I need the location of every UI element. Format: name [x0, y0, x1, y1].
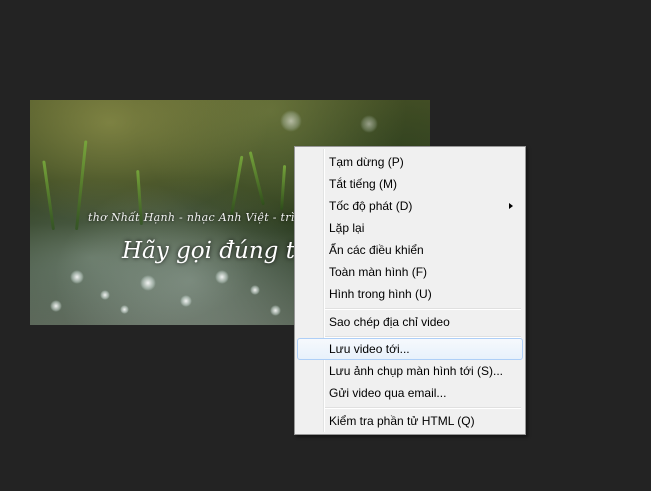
dew-decoration — [70, 270, 84, 284]
menu-item-label: Tốc độ phát (D) — [329, 199, 413, 213]
menu-item-copy-video-address[interactable]: Sao chép địa chỉ video — [297, 311, 523, 333]
dew-decoration — [100, 290, 110, 300]
menu-item-label: Gửi video qua email... — [329, 386, 447, 400]
menu-item-playback-speed[interactable]: Tốc độ phát (D) — [297, 195, 523, 217]
menu-item-label: Toàn màn hình (F) — [329, 265, 428, 279]
page-background: thơ Nhất Hạnh - nhạc Anh Việt - trìn Hãy… — [0, 0, 651, 491]
menu-item-label: Tắt tiếng (M) — [329, 177, 398, 191]
menu-item-fullscreen[interactable]: Toàn màn hình (F) — [297, 261, 523, 283]
dew-decoration — [270, 305, 281, 316]
context-menu: Tạm dừng (P) Tắt tiếng (M) Tốc độ phát (… — [294, 146, 526, 435]
menu-separator — [325, 407, 521, 409]
menu-item-email-video[interactable]: Gửi video qua email... — [297, 382, 523, 404]
submenu-arrow-icon — [509, 203, 513, 209]
menu-item-picture-in-picture[interactable]: Hình trong hình (U) — [297, 283, 523, 305]
grass-decoration — [248, 151, 265, 206]
dew-decoration — [140, 275, 156, 291]
menu-item-label: Hình trong hình (U) — [329, 287, 432, 301]
menu-item-save-video-as[interactable]: Lưu video tới... — [297, 338, 523, 360]
menu-item-label: Sao chép địa chỉ video — [329, 315, 450, 329]
grass-decoration — [280, 165, 287, 211]
menu-item-pause[interactable]: Tạm dừng (P) — [297, 151, 523, 173]
menu-item-mute[interactable]: Tắt tiếng (M) — [297, 173, 523, 195]
grass-decoration — [42, 160, 55, 231]
dew-decoration — [250, 285, 260, 295]
menu-item-label: Lặp lại — [329, 221, 365, 235]
video-subtitle-title: Hãy gọi đúng tê — [122, 238, 309, 264]
menu-separator — [325, 308, 521, 310]
menu-item-label: Tạm dừng (P) — [329, 155, 404, 169]
dew-decoration — [280, 110, 302, 132]
menu-item-label: Ẩn các điều khiển — [329, 243, 424, 257]
video-subtitle-credits: thơ Nhất Hạnh - nhạc Anh Việt - trìn — [88, 211, 303, 224]
dew-decoration — [215, 270, 229, 284]
menu-item-loop[interactable]: Lặp lại — [297, 217, 523, 239]
grass-decoration — [230, 155, 244, 216]
dew-decoration — [50, 300, 62, 312]
menu-item-label: Lưu ảnh chụp màn hình tới (S)... — [329, 364, 503, 378]
grass-decoration — [75, 140, 88, 231]
dew-decoration — [180, 295, 192, 307]
menu-item-label: Lưu video tới... — [329, 342, 410, 356]
menu-item-save-screenshot[interactable]: Lưu ảnh chụp màn hình tới (S)... — [297, 360, 523, 382]
menu-item-label: Kiểm tra phần tử HTML (Q) — [329, 414, 475, 428]
menu-item-inspect-element[interactable]: Kiểm tra phần tử HTML (Q) — [297, 410, 523, 432]
dew-decoration — [120, 305, 129, 314]
dew-decoration — [360, 115, 378, 133]
menu-item-hide-controls[interactable]: Ẩn các điều khiển — [297, 239, 523, 261]
